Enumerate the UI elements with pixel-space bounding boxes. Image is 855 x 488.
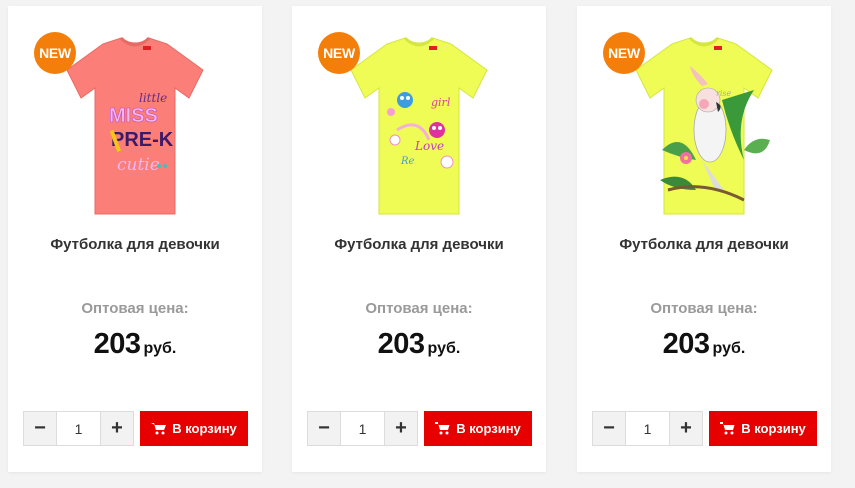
cart-icon (720, 422, 735, 435)
svg-text:rise: rise (716, 89, 731, 98)
price: 203 руб. (577, 328, 831, 361)
quantity-stepper: − + (307, 411, 418, 446)
add-to-cart-button[interactable]: В корзину (140, 411, 248, 446)
add-to-cart-button[interactable]: В корзину (709, 411, 817, 446)
svg-text:MISS: MISS (109, 105, 158, 127)
increase-button[interactable]: + (384, 412, 417, 445)
svg-text:little: little (139, 91, 167, 105)
quantity-input[interactable] (57, 412, 100, 445)
product-card: little MISS PRE-K cutie NEW Футболка для… (8, 6, 262, 472)
new-badge: NEW (34, 32, 76, 74)
product-title[interactable]: Футболка для девочки (292, 236, 546, 253)
price-value: 203 (93, 328, 141, 360)
add-to-cart-label: В корзину (172, 421, 237, 436)
price-currency: руб. (427, 340, 461, 357)
cart-icon (435, 422, 450, 435)
product-title[interactable]: Футболка для девочки (8, 236, 262, 253)
price-value: 203 (662, 328, 710, 360)
price-label: Оптовая цена: (365, 300, 473, 317)
svg-text:PRE-K: PRE-K (111, 129, 174, 151)
svg-text:girl: girl (431, 96, 451, 109)
product-grid: little MISS PRE-K cutie NEW Футболка для… (0, 0, 855, 488)
product-card: rise NEW Футболка для девочки Оптовая це… (577, 6, 831, 472)
price-label: Оптовая цена: (81, 300, 189, 317)
decrease-button[interactable]: − (24, 412, 57, 445)
product-card: girl Love Re NEW Футболка для девочки Оп… (292, 6, 546, 472)
product-title[interactable]: Футболка для девочки (577, 236, 831, 253)
decrease-button[interactable]: − (308, 412, 341, 445)
price: 203 руб. (8, 328, 262, 361)
price: 203 руб. (292, 328, 546, 361)
cart-icon (151, 422, 167, 435)
price-label: Оптовая цена: (650, 300, 758, 317)
svg-text:cutie: cutie (117, 155, 160, 175)
price-value: 203 (377, 328, 425, 360)
quantity-input[interactable] (341, 412, 384, 445)
price-currency: руб. (143, 340, 177, 357)
quantity-stepper: − + (23, 411, 134, 446)
decrease-button[interactable]: − (593, 412, 626, 445)
svg-text:Love: Love (414, 139, 444, 153)
add-to-cart-label: В корзину (456, 421, 521, 436)
new-badge: NEW (603, 32, 645, 74)
new-badge: NEW (318, 32, 360, 74)
price-currency: руб. (712, 340, 746, 357)
svg-text:Re: Re (400, 156, 415, 167)
add-to-cart-button[interactable]: В корзину (424, 411, 532, 446)
increase-button[interactable]: + (100, 412, 133, 445)
increase-button[interactable]: + (669, 412, 702, 445)
quantity-input[interactable] (626, 412, 669, 445)
add-to-cart-label: В корзину (741, 421, 806, 436)
quantity-stepper: − + (592, 411, 703, 446)
